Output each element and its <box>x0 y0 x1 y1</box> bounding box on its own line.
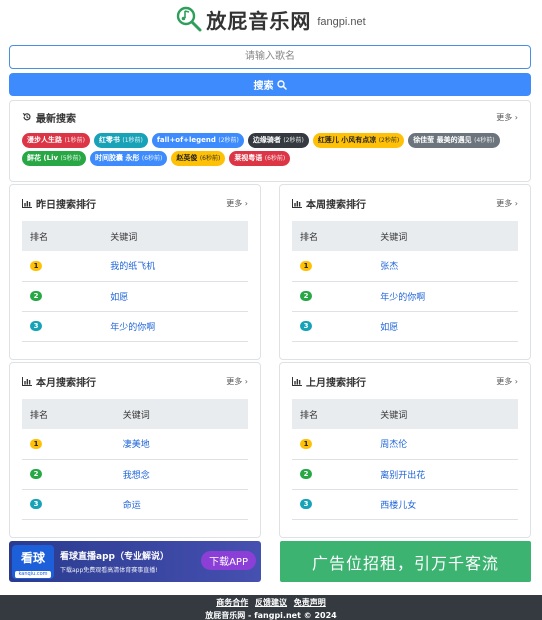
keyword-link[interactable]: 年少的你啊 <box>350 281 518 312</box>
column-header-rank: 排名 <box>292 221 351 251</box>
ranking-table: 排名 关键词 1 周杰伦 2 离别开出花 3 西楼儿女 <box>292 399 518 520</box>
ranking-card-last-month: 上月搜索排行 更多 › 排名 关键词 1 周杰伦 2 离别开出花 3 西楼儿女 <box>279 362 531 538</box>
recent-searches-card: 最新搜索 更多 › 漫步人生路 (1秒前) 红零书 (1秒前) fall+of+le… <box>9 100 531 182</box>
recent-search-tag[interactable]: 赵英俊 (6秒前) <box>171 151 226 166</box>
keyword-link[interactable]: 年少的你啊 <box>80 311 248 342</box>
column-header-rank: 排名 <box>22 221 81 251</box>
rank-badge: 1 <box>300 438 312 449</box>
rank-badge: 3 <box>300 321 312 331</box>
recent-search-tag[interactable]: 莱视粤语 (6秒前) <box>229 151 291 166</box>
ranking-table: 排名 关键词 1 我的纸飞机 2 如愿 3 年少的你啊 <box>22 221 248 342</box>
recent-search-tag[interactable]: 漫步人生路 (1秒前) <box>22 133 90 148</box>
recent-more-link[interactable]: 更多 › <box>496 112 518 123</box>
ad-subtitle: 下载app免费观看高清体育赛事直播! <box>60 567 158 574</box>
column-header-rank: 排名 <box>292 399 351 429</box>
site-header: 放屁音乐网 fangpi.net <box>0 2 542 36</box>
keyword-link[interactable]: 如愿 <box>80 281 248 312</box>
search-icon <box>276 79 287 90</box>
column-header-keyword: 关键词 <box>350 399 518 429</box>
table-row: 1 凄美地 <box>22 429 248 460</box>
table-row: 2 我想念 <box>22 459 248 490</box>
table-row: 3 西楼儿女 <box>292 489 518 520</box>
ad-title: 看球直播app（专业解说） <box>60 552 169 562</box>
history-icon <box>22 113 31 121</box>
ranking-card-week: 本周搜索排行 更多 › 排名 关键词 1 张杰 2 年少的你啊 3 如愿 <box>279 184 531 360</box>
rank-badge: 1 <box>30 260 42 271</box>
footer: 商务合作 反馈建议 免责声明 放屁音乐网 - fangpi.net © 2024 <box>0 595 542 620</box>
site-domain: fangpi.net <box>317 16 366 28</box>
search-input[interactable]: 请输入歌名 <box>9 45 531 69</box>
keyword-link[interactable]: 周杰伦 <box>350 429 518 460</box>
ranking-card-yesterday: 昨日搜索排行 更多 › 排名 关键词 1 我的纸飞机 2 如愿 3 年少的你啊 <box>9 184 261 360</box>
download-app-button[interactable]: 下载APP <box>201 551 256 570</box>
ranking-more-link[interactable]: 更多 › <box>226 198 248 209</box>
ranking-more-link[interactable]: 更多 › <box>496 376 518 387</box>
recent-search-tag[interactable]: 红莲儿 小风有点凉 (2秒前) <box>312 133 405 148</box>
ranking-table: 排名 关键词 1 凄美地 2 我想念 3 命运 <box>22 399 248 520</box>
ranking-more-link[interactable]: 更多 › <box>226 376 248 387</box>
footer-link-feedback[interactable]: 反馈建议 <box>255 598 287 607</box>
bar-chart-icon <box>22 198 32 208</box>
keyword-link[interactable]: 我想念 <box>92 459 248 490</box>
bar-chart-icon <box>22 376 32 386</box>
ranking-title: 上月搜索排行 <box>292 374 366 389</box>
rank-badge: 2 <box>300 291 312 301</box>
table-row: 1 周杰伦 <box>292 429 518 460</box>
ranking-title: 本月搜索排行 <box>22 374 96 389</box>
search-button[interactable]: 搜索 <box>9 73 531 96</box>
keyword-link[interactable]: 张杰 <box>350 251 518 282</box>
keyword-link[interactable]: 如愿 <box>350 311 518 342</box>
search-button-label: 搜索 <box>253 81 274 92</box>
music-search-logo-icon <box>177 6 202 32</box>
table-row: 2 年少的你啊 <box>292 281 518 312</box>
rank-badge: 3 <box>300 499 312 509</box>
recent-search-tag[interactable]: 时间胶囊 永彤 (6秒前) <box>90 151 168 166</box>
recent-search-tag[interactable]: 边缘骑者 (2秒前) <box>247 133 309 148</box>
table-row: 2 如愿 <box>22 281 248 312</box>
keyword-link[interactable]: 凄美地 <box>92 429 248 460</box>
keyword-link[interactable]: 西楼儿女 <box>350 489 518 520</box>
recent-tag-list: 漫步人生路 (1秒前) 红零书 (1秒前) fall+of+legend (2秒前)… <box>10 133 530 166</box>
recent-search-tag[interactable]: 红零书 (1秒前) <box>93 133 148 148</box>
keyword-link[interactable]: 离别开出花 <box>350 459 518 490</box>
footer-link-disclaimer[interactable]: 免责声明 <box>294 598 326 607</box>
column-header-keyword: 关键词 <box>350 221 518 251</box>
ranking-table: 排名 关键词 1 张杰 2 年少的你啊 3 如愿 <box>292 221 518 342</box>
bar-chart-icon <box>292 198 302 208</box>
table-row: 3 命运 <box>22 489 248 520</box>
table-row: 3 年少的你啊 <box>22 311 248 342</box>
site-title[interactable]: 放屁音乐网 <box>206 5 311 34</box>
rank-badge: 1 <box>300 260 312 271</box>
rank-badge: 2 <box>30 469 42 479</box>
column-header-keyword: 关键词 <box>92 399 248 429</box>
footer-copyright: 放屁音乐网 - fangpi.net © 2024 <box>205 611 337 620</box>
rank-badge: 2 <box>30 291 42 301</box>
column-header-keyword: 关键词 <box>80 221 248 251</box>
rank-badge: 3 <box>30 499 42 509</box>
ranking-title: 本周搜索排行 <box>292 196 366 211</box>
bar-chart-icon <box>292 376 302 386</box>
keyword-link[interactable]: 命运 <box>92 489 248 520</box>
keyword-link[interactable]: 我的纸飞机 <box>80 251 248 282</box>
rank-badge: 2 <box>300 469 312 479</box>
column-header-rank: 排名 <box>22 399 93 429</box>
recent-search-tag[interactable]: 徐佳莹 最美的遇见 (4秒前) <box>408 133 500 148</box>
footer-link-business[interactable]: 商务合作 <box>216 598 248 607</box>
table-row: 3 如愿 <box>292 311 518 342</box>
rank-badge: 1 <box>30 438 42 449</box>
ranking-card-month: 本月搜索排行 更多 › 排名 关键词 1 凄美地 2 我想念 3 命运 <box>9 362 261 538</box>
search-placeholder: 请输入歌名 <box>245 51 295 62</box>
kanqiu-logo: 看球 kanqiu.com <box>12 544 54 579</box>
ranking-more-link[interactable]: 更多 › <box>496 198 518 209</box>
recent-search-tag[interactable]: 鲜花 (Liv (5秒前) <box>22 151 86 166</box>
recent-searches-title: 最新搜索 <box>22 110 76 125</box>
ad-banner-kanqiu[interactable]: 看球 kanqiu.com 看球直播app（专业解说） 下载app免费观看高清体… <box>9 541 261 582</box>
recent-search-tag[interactable]: fall+of+legend (2秒前) <box>151 133 244 148</box>
ad-banner-rent[interactable]: 广告位招租，引万千客流 <box>280 541 531 582</box>
table-row: 1 张杰 <box>292 251 518 282</box>
ranking-title: 昨日搜索排行 <box>22 196 96 211</box>
table-row: 1 我的纸飞机 <box>22 251 248 282</box>
table-row: 2 离别开出花 <box>292 459 518 490</box>
rank-badge: 3 <box>30 321 42 331</box>
